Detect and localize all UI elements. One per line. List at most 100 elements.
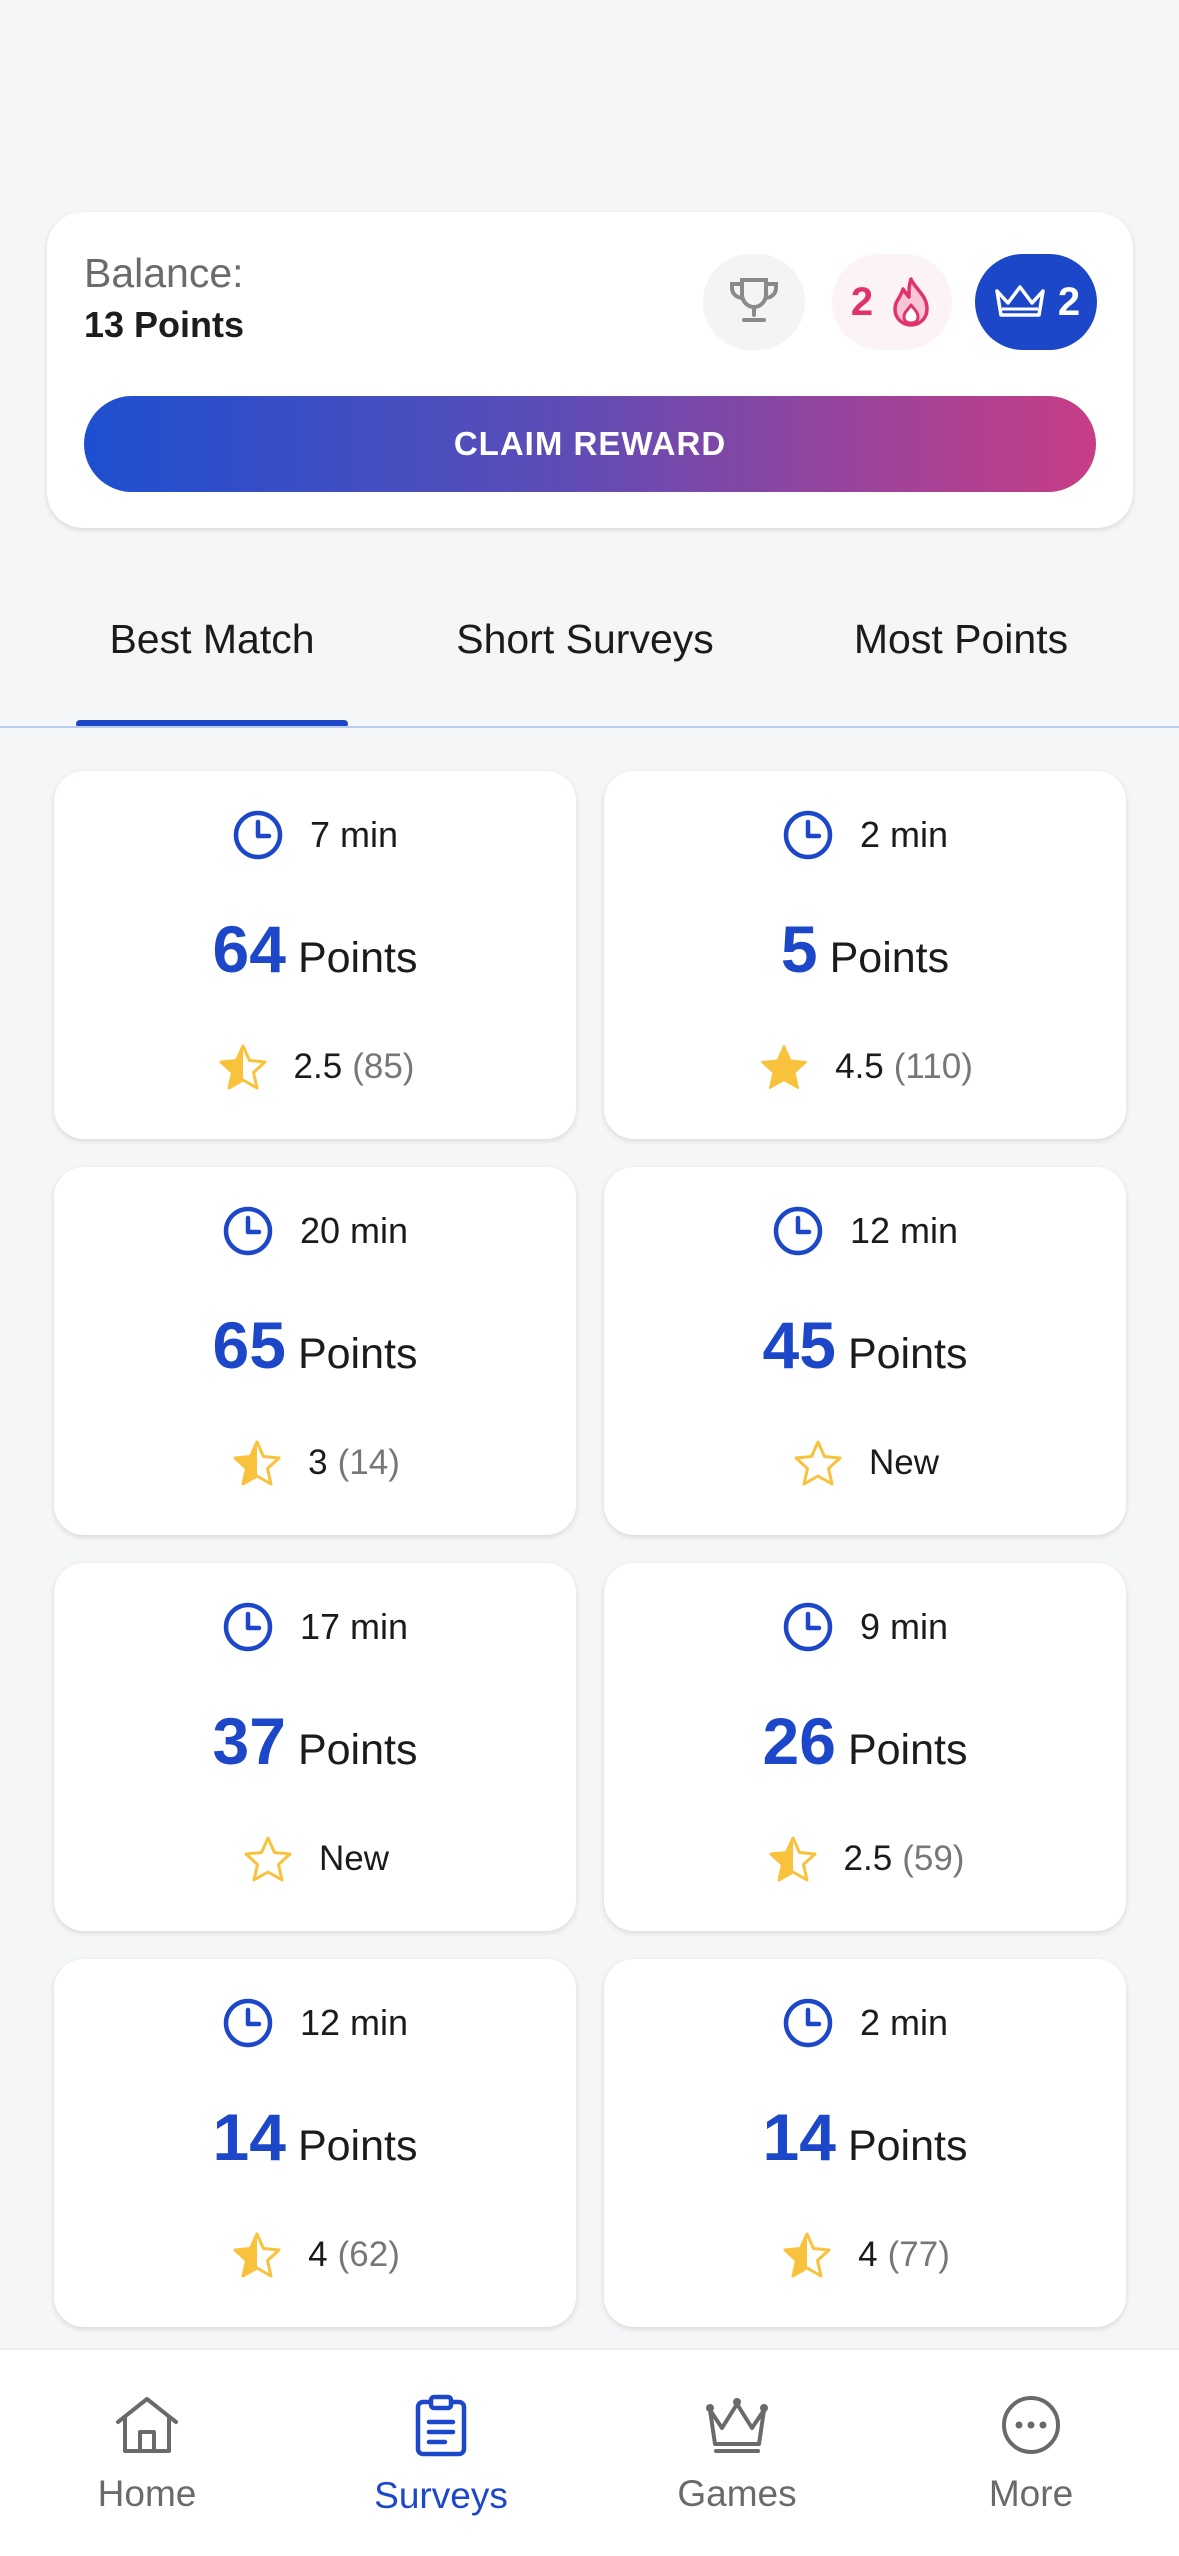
- nav-item-surveys[interactable]: Surveys: [341, 2394, 541, 2534]
- more-icon: [999, 2394, 1063, 2461]
- survey-points: 45 Points: [604, 1307, 1126, 1383]
- crown-count: 2: [1057, 279, 1081, 324]
- survey-points: 5 Points: [604, 911, 1126, 987]
- survey-points: 65 Points: [54, 1307, 576, 1383]
- crown-icon: [992, 281, 1048, 323]
- survey-points: 14 Points: [54, 2099, 576, 2175]
- survey-rating: 4 (62): [54, 2229, 576, 2281]
- survey-duration: 17 min: [54, 1601, 576, 1653]
- star-icon: [241, 1833, 295, 1885]
- survey-points: 14 Points: [604, 2099, 1126, 2175]
- survey-duration: 20 min: [54, 1205, 576, 1257]
- duration-text: 7 min: [309, 814, 399, 855]
- rating-count: (62): [337, 2235, 400, 2274]
- survey-rating: New: [54, 1833, 576, 1885]
- points-label: Points: [847, 2122, 968, 2170]
- survey-duration: 2 min: [604, 809, 1126, 861]
- trophy-badge[interactable]: [703, 254, 805, 350]
- rating-value: New: [318, 1839, 390, 1878]
- star-icon: [216, 1041, 270, 1093]
- survey-rating: 2.5 (59): [604, 1833, 1126, 1885]
- survey-duration: 2 min: [604, 1997, 1126, 2049]
- clock-icon: [222, 1997, 274, 2049]
- points-value: 5: [780, 912, 818, 986]
- duration-text: 20 min: [299, 1210, 409, 1251]
- rating-value: 2.5: [843, 1839, 893, 1878]
- survey-card[interactable]: 12 min 14 Points 4 (62): [54, 1959, 576, 2327]
- survey-rating: 2.5 (85): [54, 1041, 576, 1093]
- survey-duration: 12 min: [54, 1997, 576, 2049]
- rating-count: (110): [893, 1047, 973, 1086]
- rating-value: 3: [308, 1443, 328, 1482]
- home-icon: [112, 2394, 182, 2461]
- duration-text: 9 min: [859, 1606, 949, 1647]
- clock-icon: [782, 1997, 834, 2049]
- clock-icon: [222, 1601, 274, 1653]
- crown-badge[interactable]: 2: [975, 254, 1097, 350]
- star-icon: [791, 1437, 845, 1489]
- nav-item-more[interactable]: More: [931, 2394, 1131, 2534]
- survey-card[interactable]: 20 min 65 Points 3 (14): [54, 1167, 576, 1535]
- points-label: Points: [847, 1726, 968, 1774]
- survey-duration: 12 min: [604, 1205, 1126, 1257]
- clipboard-icon: [410, 2394, 472, 2463]
- survey-tabs: Best Match Short Surveys Most Points: [0, 600, 1179, 730]
- survey-rating: 4.5 (110): [604, 1041, 1126, 1093]
- rating-value: 4: [858, 2235, 878, 2274]
- survey-card[interactable]: 9 min 26 Points 2.5 (59): [604, 1563, 1126, 1931]
- star-icon: [230, 1437, 284, 1489]
- points-label: Points: [297, 1330, 418, 1378]
- rating-count: (14): [337, 1443, 400, 1482]
- survey-card[interactable]: 2 min 5 Points 4.5 (110): [604, 771, 1126, 1139]
- streak-count: 2: [850, 279, 874, 324]
- trophy-icon: [726, 274, 782, 331]
- nav-item-games[interactable]: Games: [637, 2394, 837, 2534]
- clock-icon: [782, 809, 834, 861]
- survey-points: 37 Points: [54, 1703, 576, 1779]
- points-value: 65: [212, 1308, 286, 1382]
- rating-count: (85): [352, 1047, 415, 1086]
- survey-card[interactable]: 17 min 37 Points New: [54, 1563, 576, 1931]
- tab-most-points[interactable]: Most Points: [820, 600, 1102, 730]
- claim-reward-button[interactable]: CLAIM REWARD: [84, 396, 1096, 492]
- balance-value: 13 Points: [84, 304, 245, 345]
- star-icon: [757, 1041, 811, 1093]
- survey-duration: 7 min: [54, 809, 576, 861]
- points-value: 64: [212, 912, 286, 986]
- survey-rating: 3 (14): [54, 1437, 576, 1489]
- clock-icon: [772, 1205, 824, 1257]
- points-label: Points: [297, 934, 418, 982]
- survey-rating: 4 (77): [604, 2229, 1126, 2281]
- rating-count: (59): [902, 1839, 965, 1878]
- nav-label-games: Games: [677, 2473, 797, 2514]
- duration-text: 17 min: [299, 1606, 409, 1647]
- clock-icon: [232, 809, 284, 861]
- points-label: Points: [829, 934, 950, 982]
- points-label: Points: [297, 2122, 418, 2170]
- points-value: 37: [212, 1704, 286, 1778]
- rating-value: 4: [308, 2235, 328, 2274]
- tab-short-surveys[interactable]: Short Surveys: [420, 600, 750, 730]
- crown-icon: [702, 2394, 772, 2461]
- clock-icon: [222, 1205, 274, 1257]
- tab-divider: [0, 726, 1179, 728]
- duration-text: 2 min: [859, 814, 949, 855]
- duration-text: 2 min: [859, 2002, 949, 2043]
- duration-text: 12 min: [299, 2002, 409, 2043]
- points-value: 14: [762, 2100, 836, 2174]
- survey-card[interactable]: 12 min 45 Points New: [604, 1167, 1126, 1535]
- rating-value: 4.5: [835, 1047, 884, 1086]
- survey-points: 64 Points: [54, 911, 576, 987]
- survey-points: 26 Points: [604, 1703, 1126, 1779]
- rating-value: 2.5: [293, 1047, 343, 1086]
- points-value: 26: [762, 1704, 836, 1778]
- survey-card[interactable]: 2 min 14 Points 4 (77): [604, 1959, 1126, 2327]
- flame-icon: [889, 275, 933, 329]
- tab-best-match[interactable]: Best Match: [76, 600, 348, 730]
- survey-card[interactable]: 7 min 64 Points 2.5 (85): [54, 771, 576, 1139]
- balance-card: Balance: 13 Points 2 2 CLAIM REWARD: [47, 212, 1133, 528]
- survey-rating: New: [604, 1437, 1126, 1489]
- nav-item-home[interactable]: Home: [47, 2394, 247, 2534]
- streak-badge[interactable]: 2: [832, 254, 952, 350]
- clock-icon: [782, 1601, 834, 1653]
